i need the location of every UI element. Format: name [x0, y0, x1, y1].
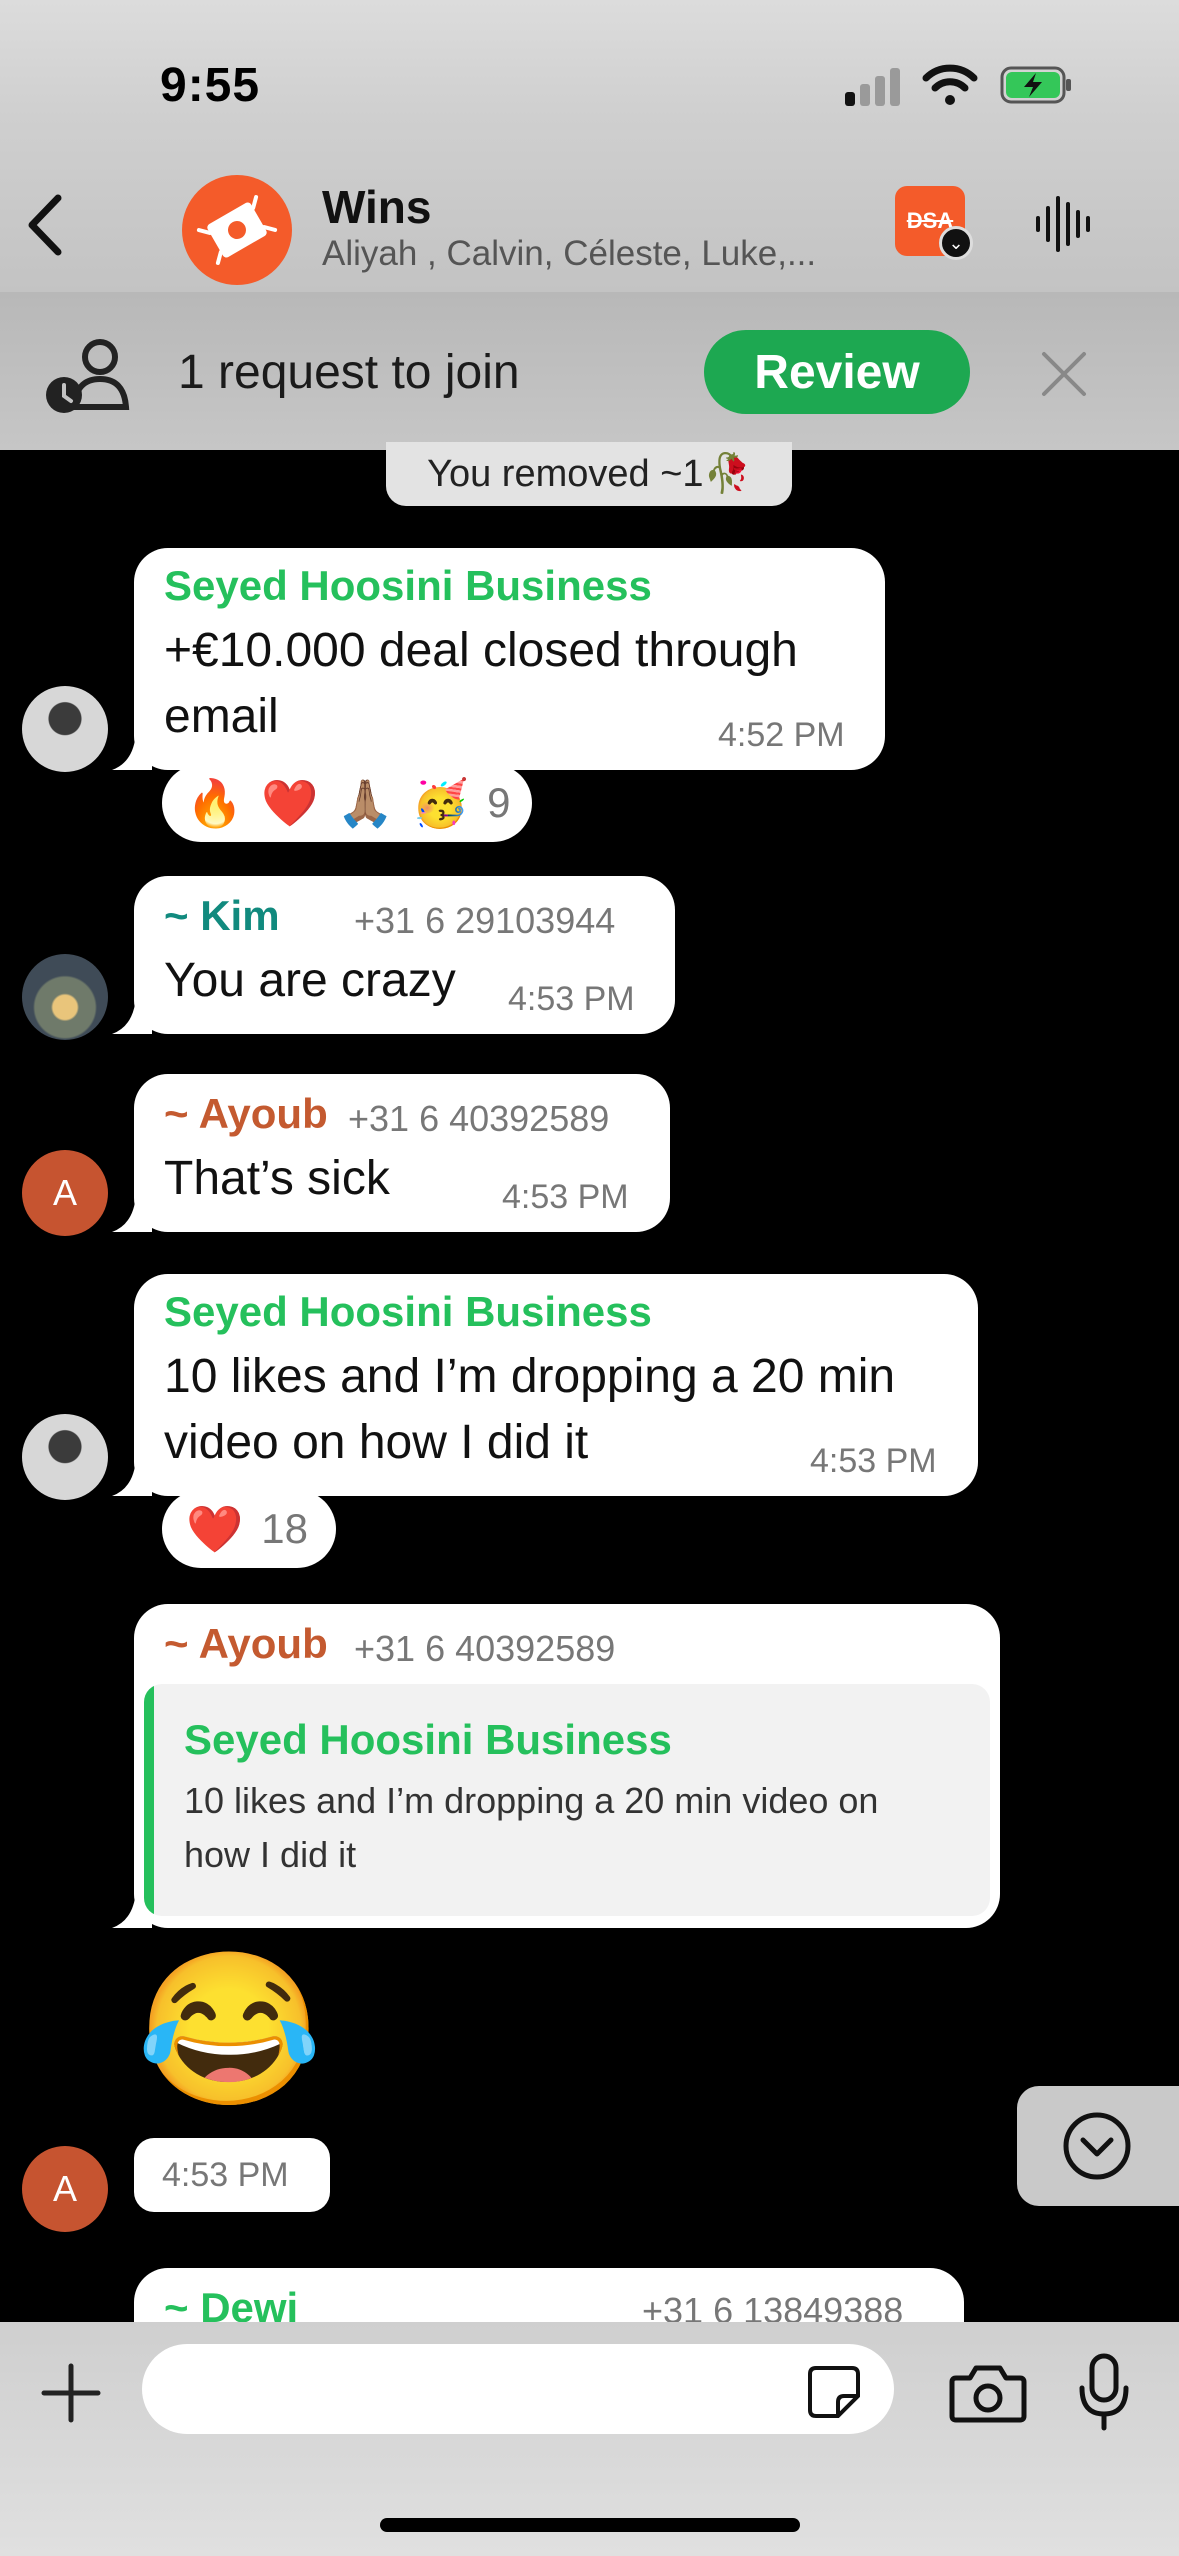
sender-avatar[interactable] [22, 954, 108, 1040]
microphone-icon[interactable] [1078, 2352, 1130, 2432]
pending-member-icon [46, 339, 130, 413]
reaction-emoji: 🙏🏽 [336, 776, 394, 829]
audio-waveform-icon[interactable] [1034, 192, 1092, 256]
camera-icon[interactable] [948, 2360, 1028, 2424]
bubble-tail [112, 1194, 152, 1232]
chevron-down-circle-icon [1063, 2112, 1131, 2180]
sender-avatar[interactable]: A [22, 1150, 108, 1236]
bubble-tail [112, 996, 152, 1034]
reaction-emoji: 🔥 [186, 776, 244, 829]
reaction-count: 18 [261, 1505, 308, 1552]
reaction-count: 9 [487, 779, 511, 826]
quoted-text: 10 likes and I’m dropping a 20 min video… [184, 1780, 879, 1821]
sender-phone: +31 6 40392589 [348, 1098, 610, 1139]
sender-avatar[interactable] [22, 686, 108, 772]
message-text: 10 likes and I’m dropping a 20 min [164, 1350, 896, 1403]
reaction-bar[interactable]: 🔥 ❤️ 🙏🏽 🥳 9 [162, 764, 532, 842]
message-text: You are crazy [164, 954, 456, 1007]
message-timestamp: 4:53 PM [502, 1178, 629, 1216]
cellular-signal-icon [845, 66, 905, 106]
message-timestamp: 4:53 PM [162, 2156, 289, 2194]
sticker-icon[interactable] [806, 2364, 862, 2420]
group-members-subtitle[interactable]: Aliyah , Calvin, Céleste, Luke,... [322, 234, 882, 274]
business-badge[interactable]: DSA ⌄ [895, 186, 973, 260]
quoted-sender: Seyed Hoosini Business [184, 1716, 672, 1763]
sender-avatar[interactable]: A [22, 2146, 108, 2232]
chevron-down-icon: ⌄ [939, 226, 973, 260]
message-text: +€10.000 deal closed through [164, 624, 798, 677]
sender-phone: +31 6 29103944 [354, 900, 616, 941]
group-avatar[interactable] [182, 175, 292, 285]
close-icon[interactable] [1038, 348, 1090, 400]
bubble-tail [112, 732, 152, 770]
reaction-emoji: 🥳 [411, 776, 470, 829]
message-sender[interactable]: ~ Ayoub [164, 1620, 328, 1668]
sender-phone: +31 6 40392589 [354, 1628, 616, 1669]
system-note: You removed ~1🥀 [386, 442, 792, 506]
reaction-emoji: ❤️ [186, 1502, 244, 1555]
emoji-message[interactable]: 😂 [136, 1944, 323, 2114]
status-time: 9:55 [160, 59, 261, 112]
message-timestamp: 4:53 PM [810, 1442, 937, 1480]
join-request-text: 1 request to join [178, 346, 520, 399]
money-icon [196, 195, 278, 265]
message-sender[interactable]: ~ Kim [164, 892, 280, 940]
home-indicator [380, 2518, 800, 2532]
review-button[interactable]: Review [704, 330, 970, 414]
message-sender[interactable]: Seyed Hoosini Business [164, 562, 652, 610]
message-text: email [164, 690, 279, 743]
message-sender[interactable]: Seyed Hoosini Business [164, 1288, 652, 1336]
message-timestamp: 4:53 PM [508, 980, 635, 1018]
battery-charging-icon [1000, 66, 1071, 104]
bubble-tail [112, 1458, 152, 1496]
reaction-emoji: ❤️ [261, 776, 319, 829]
quote-accent-bar [144, 1684, 154, 1916]
message-sender[interactable]: ~ Ayoub [164, 1090, 328, 1138]
join-request-banner [0, 292, 1179, 450]
plus-icon[interactable] [36, 2358, 106, 2428]
group-title[interactable]: Wins [322, 180, 431, 234]
wifi-icon [922, 64, 978, 105]
scroll-to-bottom-button[interactable] [1017, 2086, 1179, 2206]
reaction-bar[interactable]: ❤️ 18 [162, 1490, 336, 1568]
message-input[interactable] [142, 2344, 894, 2434]
message-text: That’s sick [164, 1152, 390, 1205]
message-text: video on how I did it [164, 1416, 589, 1469]
quoted-text: how I did it [184, 1834, 357, 1875]
sender-avatar[interactable] [22, 1414, 108, 1500]
message-timestamp: 4:52 PM [718, 716, 845, 754]
back-chevron-icon[interactable] [20, 190, 70, 260]
quoted-message[interactable]: Seyed Hoosini Business 10 likes and I’m … [144, 1684, 990, 1916]
